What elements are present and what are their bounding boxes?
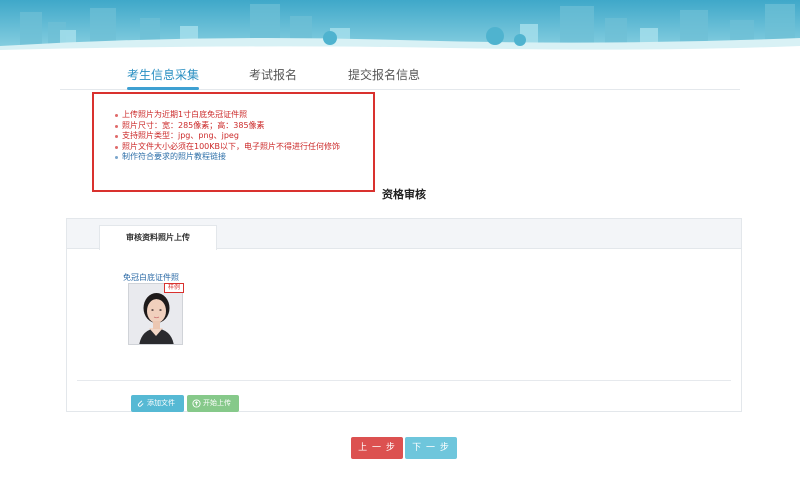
portrait-illustration [129,284,182,344]
tab-exam-registration[interactable]: 考试报名 [249,66,297,83]
photo-label: 免冠白底证件照 [123,273,179,282]
tab-photo-upload[interactable]: 审核资料照片上传 [99,225,217,250]
panel-divider [77,380,731,381]
requirement-item: 照片文件大小必须在100KB以下，电子照片不得进行任何修饰 [114,141,341,151]
paperclip-icon [137,400,144,407]
add-file-button[interactable]: 添加文件 [131,395,184,412]
page: 考生信息采集 考试报名 提交报名信息 上传照片为近期1寸白底免冠证件照 照片尺寸… [0,0,800,479]
upload-circle-icon [192,399,201,408]
step-tabs: 考生信息采集 考试报名 提交报名信息 [60,62,740,90]
requirement-item: 支持照片类型：jpg、png、jpeg [114,131,340,142]
sample-tag: 样例 [164,283,184,293]
photo-requirements-box: 上传照片为近期1寸白底免冠证件照 照片尺寸：宽：285像素；高：385像素 支持… [92,92,375,192]
active-tab-indicator [127,87,199,90]
start-upload-button[interactable]: 开始上传 [187,395,239,412]
previous-step-button[interactable]: 上 一 步 [351,437,403,459]
section-title: 资格审核 [382,188,426,201]
tab-submit-registration[interactable]: 提交报名信息 [348,66,420,83]
start-upload-label: 开始上传 [203,399,231,407]
panel-header: 审核资料照片上传 [67,219,741,250]
tab-candidate-info[interactable]: 考生信息采集 [127,66,199,83]
header-banner [0,0,800,54]
requirement-item: 照片尺寸：宽：285像素；高：385像素 [114,121,340,132]
requirements-list: 上传照片为近期1寸白底免冠证件照 照片尺寸：宽：285像素；高：385像素 支持… [114,110,341,163]
photo-tutorial-link[interactable]: 制作符合要求的照片教程链接 [114,152,340,163]
requirement-item: 上传照片为近期1寸白底免冠证件照 [114,110,340,121]
next-step-button[interactable]: 下 一 步 [405,437,457,459]
add-file-label: 添加文件 [147,399,175,407]
city-skyline-illustration [0,0,800,54]
